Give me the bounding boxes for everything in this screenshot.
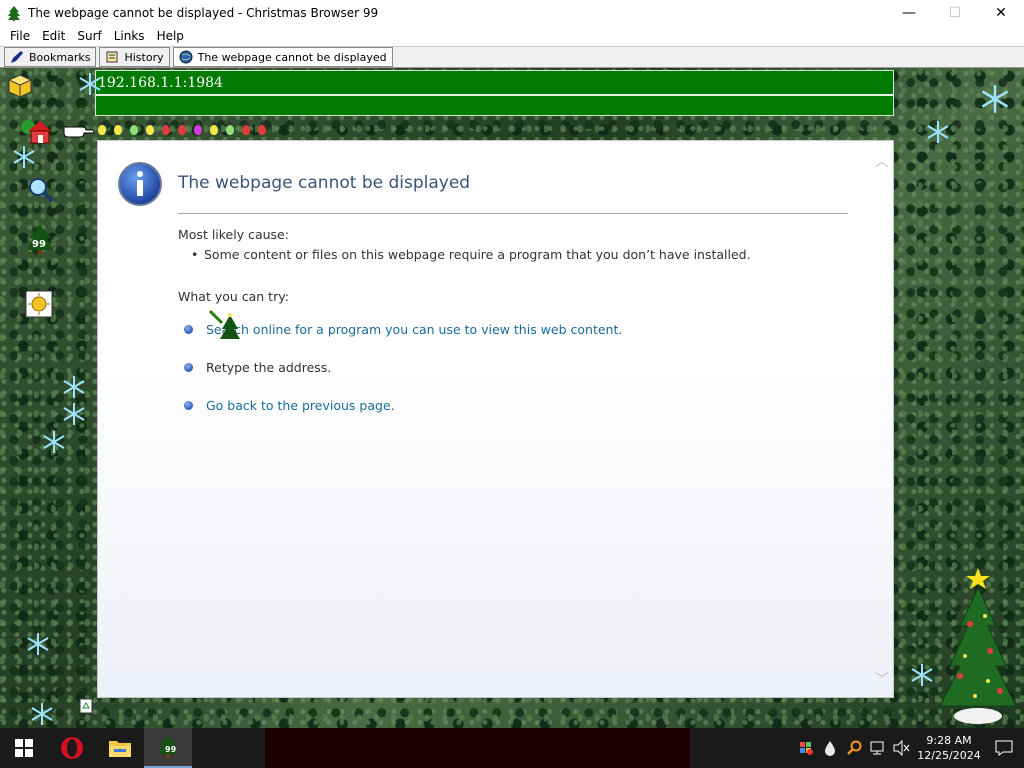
menu-bar: File Edit Surf Links Help [0, 26, 1024, 46]
snowflake-icon [981, 85, 1009, 113]
menu-surf[interactable]: Surf [71, 29, 107, 43]
tab-bookmarks[interactable]: Bookmarks [4, 47, 97, 67]
volume-muted-icon[interactable] [890, 728, 914, 768]
menu-file[interactable]: File [4, 29, 36, 43]
start-button[interactable] [0, 728, 48, 768]
menu-edit[interactable]: Edit [36, 29, 71, 43]
tab-label: The webpage cannot be displayed [197, 50, 387, 64]
try-search-online[interactable]: Search online for a program you can use … [184, 322, 622, 337]
christmas-lights [96, 122, 267, 136]
go-back-link[interactable]: Go back to the previous page. [206, 398, 395, 413]
menu-help[interactable]: Help [151, 29, 190, 43]
cube-icon[interactable] [6, 72, 34, 100]
bullet-icon [184, 401, 193, 410]
tree-cursor-icon [208, 309, 240, 339]
light-bulb-icon [112, 122, 123, 136]
light-bulb-icon [240, 122, 251, 136]
drop-icon[interactable] [818, 728, 842, 768]
sun-icon[interactable] [25, 290, 53, 318]
clock[interactable]: 9:28 AM 12/25/2024 [914, 733, 984, 763]
file-explorer-icon [109, 741, 131, 757]
bullet-icon [184, 363, 193, 372]
globe-icon [179, 50, 193, 64]
snowflake-icon [43, 431, 65, 453]
snowflake-icon [13, 146, 35, 168]
opera-button[interactable] [48, 728, 96, 768]
christmas-browser-button[interactable]: 99 [144, 728, 192, 768]
light-bulb-icon [144, 122, 155, 136]
tab-history[interactable]: History [99, 47, 170, 67]
address-bar [95, 70, 894, 116]
tab-bar: Bookmarks History The webpage cannot be … [0, 46, 1024, 68]
tree-99-icon[interactable]: 99 [24, 224, 56, 256]
opera-icon [61, 737, 83, 759]
taskbar-window-preview [265, 728, 690, 768]
error-title: The webpage cannot be displayed [178, 173, 471, 193]
system-tray: 9:28 AM 12/25/2024 [794, 728, 1024, 768]
snowflake-icon [31, 703, 53, 725]
light-bulb-icon [128, 122, 139, 136]
snowflake-icon [27, 633, 49, 655]
divider [178, 213, 848, 214]
christmas-tree-icon [8, 6, 20, 21]
bullet-icon [184, 325, 193, 334]
file-explorer-button[interactable] [96, 728, 144, 768]
menu-links[interactable]: Links [108, 29, 151, 43]
search-icon[interactable] [26, 175, 54, 203]
light-bulb-icon [192, 122, 203, 136]
try-go-back[interactable]: Go back to the previous page. [184, 398, 395, 413]
light-bulb-icon [256, 122, 267, 136]
snowflake-icon [79, 73, 101, 95]
light-bulb-icon [176, 122, 187, 136]
tab-current-page[interactable]: The webpage cannot be displayed [172, 47, 393, 67]
scroll-up-arrow[interactable]: ︿ [875, 151, 889, 171]
tab-label: History [124, 50, 164, 64]
app-badge: 99 [165, 745, 177, 754]
christmas-tree-icon [939, 568, 1017, 724]
title-bar: The webpage cannot be displayed - Christ… [0, 0, 1024, 26]
search-online-link[interactable]: Search online for a program you can use … [206, 322, 622, 337]
window-title: The webpage cannot be displayed - Christ… [28, 6, 379, 20]
scroll-down-arrow[interactable]: ﹀ [875, 669, 889, 689]
snowflake-icon [927, 121, 949, 143]
notification-icon[interactable] [984, 728, 1024, 768]
cause-heading: Most likely cause: [178, 227, 289, 242]
light-bulb-icon [160, 122, 171, 136]
close-button[interactable]: ✕ [978, 0, 1024, 26]
snowflake-icon [63, 403, 85, 425]
tab-label: Bookmarks [29, 50, 91, 64]
network-warning-icon[interactable] [794, 728, 818, 768]
scroll-icon [106, 51, 118, 63]
try-heading: What you can try: [178, 289, 289, 304]
retype-text: Retype the address. [206, 360, 332, 375]
pointing-hand-icon [62, 116, 96, 144]
search-icon[interactable] [842, 728, 866, 768]
address-bar-lower [96, 97, 893, 115]
clock-time: 9:28 AM [926, 734, 972, 747]
light-bulb-icon [96, 122, 107, 136]
cause-item: Some content or files on this webpage re… [191, 247, 751, 262]
windows-start-icon [15, 739, 33, 757]
clock-date: 12/25/2024 [917, 749, 981, 762]
light-bulb-icon [224, 122, 235, 136]
recycle-icon [78, 698, 94, 714]
content-pane: ︿ ﹀ The webpage cannot be displayed Most… [97, 140, 894, 698]
home-icon[interactable] [20, 117, 52, 145]
snowflake-icon [63, 376, 85, 398]
pen-icon [11, 51, 23, 63]
network-icon[interactable] [866, 728, 890, 768]
info-icon [118, 162, 162, 206]
url-input[interactable] [96, 71, 893, 96]
light-bulb-icon [208, 122, 219, 136]
tree-badge: 99 [32, 239, 46, 250]
minimize-button[interactable]: — [886, 0, 932, 26]
maximize-button[interactable]: ☐ [932, 0, 978, 26]
try-retype: Retype the address. [184, 360, 331, 375]
